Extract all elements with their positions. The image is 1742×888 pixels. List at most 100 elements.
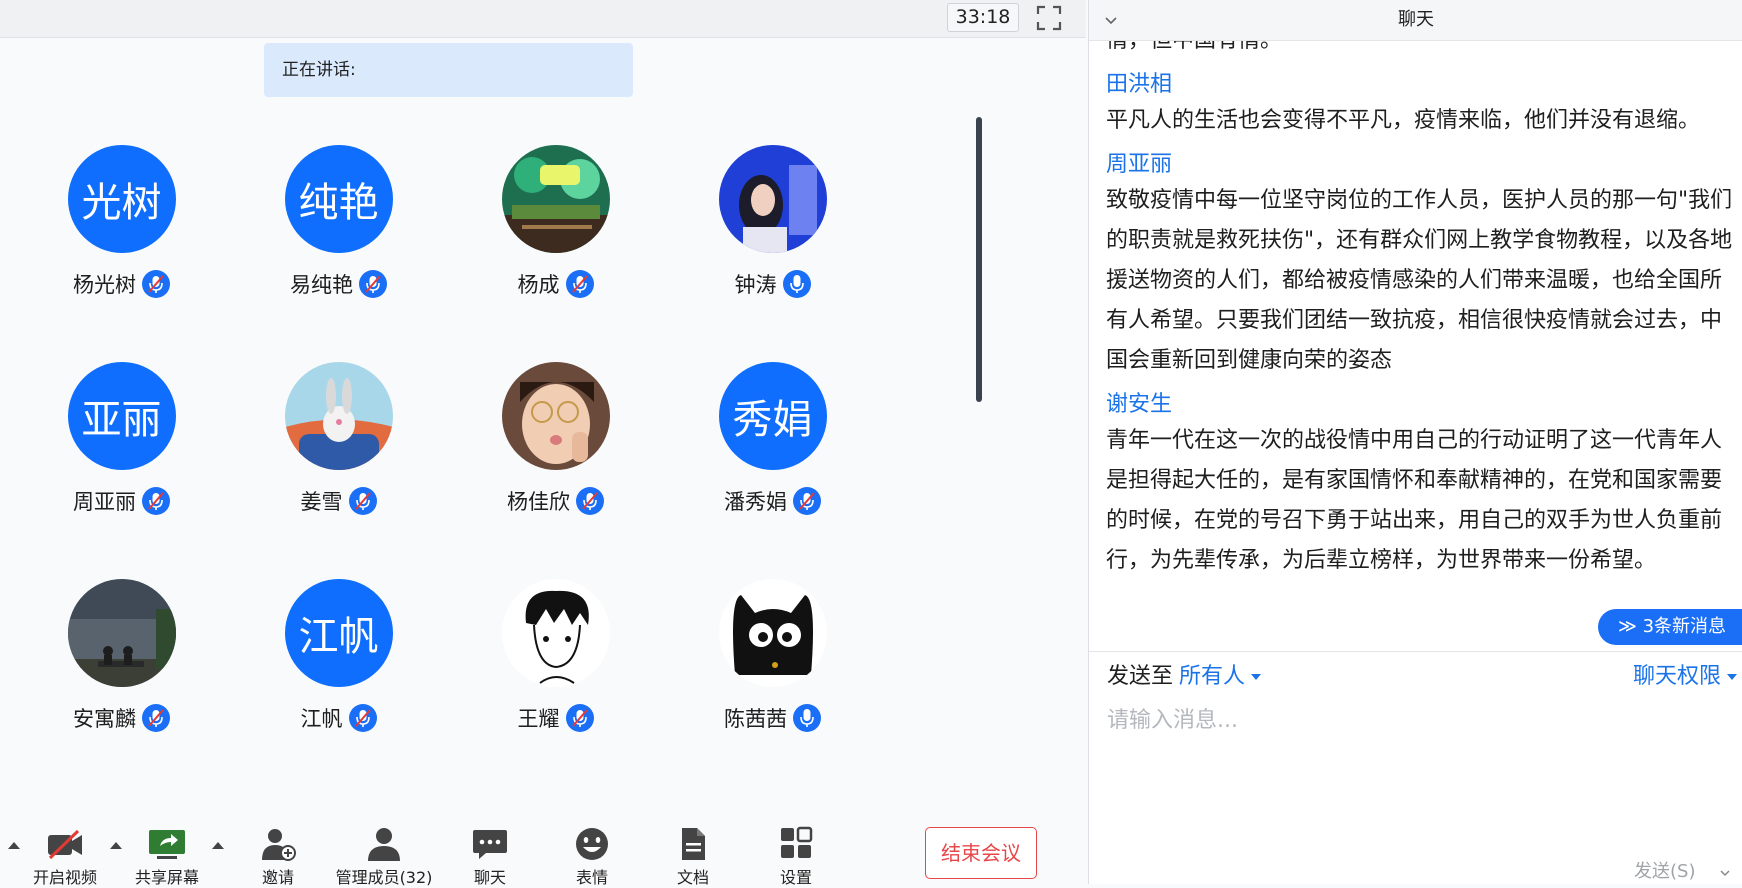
video-button[interactable]: 开启视频 — [20, 826, 110, 888]
participant-name: 安寓麟 — [73, 707, 136, 731]
participant-name: 王耀 — [517, 707, 560, 731]
avatar: 江帆 — [284, 579, 393, 687]
caret-up-icon[interactable] — [211, 840, 225, 850]
participant-name-row: 陈茜茜 — [664, 703, 881, 733]
double-chevron-down-icon: ≫ — [1618, 616, 1637, 637]
microphone-muted-icon[interactable] — [565, 270, 594, 298]
avatar-initials: 江帆 — [298, 614, 379, 660]
caret-down-icon[interactable] — [1251, 674, 1262, 680]
avatar — [718, 579, 827, 687]
chat-button[interactable]: 聊天 — [445, 826, 535, 888]
participant-tile[interactable]: 纯艳易纯艳 — [230, 145, 447, 345]
avatar-initials: 亚丽 — [81, 397, 162, 443]
send-to-row: 发送至 所有人 — [1107, 660, 1262, 694]
microphone-muted-icon[interactable] — [348, 704, 377, 732]
participant-tile[interactable]: 安寓麟 — [13, 579, 230, 779]
chevron-down-icon[interactable] — [1719, 868, 1731, 878]
avatar — [718, 145, 827, 253]
microphone-muted-icon[interactable] — [142, 270, 170, 298]
microphone-muted-icon[interactable] — [359, 270, 387, 298]
message-sender[interactable]: 周亚丽 — [1106, 149, 1734, 181]
microphone-muted-icon[interactable] — [142, 704, 170, 732]
participant-tile[interactable]: 杨佳欣 — [447, 362, 664, 562]
avatar — [501, 362, 610, 470]
emoji-label: 表情 — [575, 868, 608, 887]
participant-tile[interactable]: 亚丽周亚丽 — [13, 362, 230, 562]
fullscreen-icon[interactable] — [1036, 5, 1062, 31]
participant-tile[interactable]: 姜雪 — [230, 362, 447, 562]
participant-name: 周亚丽 — [73, 490, 136, 514]
recipient-select[interactable]: 所有人 — [1179, 664, 1245, 689]
avatar — [67, 579, 176, 687]
avatar: 亚丽 — [67, 362, 176, 470]
participant-tile[interactable]: 陈茜茜 — [664, 579, 881, 779]
participant-name: 潘秀娟 — [724, 490, 787, 514]
end-meeting-button[interactable]: 结束会议 — [925, 827, 1037, 879]
participant-tile[interactable]: 钟涛 — [664, 145, 881, 345]
participant-name-row: 姜雪 — [230, 486, 447, 516]
microphone-muted-icon[interactable] — [348, 487, 377, 515]
participant-grid-scrollbar[interactable] — [976, 117, 982, 402]
microphone-icon[interactable] — [782, 270, 811, 298]
avatar — [501, 579, 610, 687]
participant-tile[interactable]: 杨成 — [447, 145, 664, 345]
message-text-partial: 情，但中国有情。 — [1106, 41, 1734, 61]
invite-button[interactable]: 邀请 — [233, 826, 323, 888]
microphone-icon[interactable] — [793, 704, 821, 732]
avatar-initials: 光树 — [81, 180, 162, 226]
participant-name-row: 杨佳欣 — [447, 486, 664, 516]
chat-permissions-button[interactable]: 聊天权限 — [1633, 660, 1737, 694]
participant-name: 陈茜茜 — [724, 707, 787, 731]
message-sender[interactable]: 谢安生 — [1106, 389, 1734, 421]
participant-name-row: 周亚丽 — [13, 486, 230, 516]
participant-name: 江帆 — [300, 707, 343, 731]
share-screen-button[interactable]: 共享屏幕 — [122, 826, 212, 888]
participant-name: 易纯艳 — [290, 273, 353, 297]
video-button-label: 开启视频 — [32, 868, 97, 887]
participant-tile[interactable]: 王耀 — [447, 579, 664, 779]
chat-bubble-icon — [473, 830, 507, 859]
share-screen-label: 共享屏幕 — [134, 868, 199, 887]
chat-message: 田洪相 平凡人的生活也会变得不平凡，疫情来临，他们并没有退缩。 — [1106, 69, 1734, 141]
chat-permissions-label: 聊天权限 — [1632, 664, 1721, 689]
participant-name-row: 易纯艳 — [230, 269, 447, 299]
camera-off-icon — [48, 829, 82, 860]
avatar: 纯艳 — [284, 145, 393, 253]
microphone-muted-icon[interactable] — [142, 487, 170, 515]
manage-members-button[interactable]: 管理成员(32) — [329, 826, 439, 888]
caret-up-icon[interactable] — [109, 840, 123, 850]
participant-tile[interactable]: 光树杨光树 — [13, 145, 230, 345]
message-sender[interactable]: 田洪相 — [1106, 69, 1734, 101]
new-messages-button[interactable]: ≫ 3条新消息 — [1598, 609, 1742, 645]
emoji-button[interactable]: 表情 — [547, 826, 637, 888]
avatar-initials: 纯艳 — [298, 180, 379, 226]
participant-name-row: 杨光树 — [13, 269, 230, 299]
participant-name: 杨光树 — [73, 273, 136, 297]
chat-message: 谢安生 青年一代在这一次的战役情中用自己的行动证明了这一代青年人是担得起大任的，是… — [1106, 389, 1734, 581]
message-list[interactable]: 情，但中国有情。 田洪相平凡人的生活也会变得不平凡，疫情来临，他们并没有退缩。周… — [1089, 41, 1742, 651]
caret-up-icon[interactable] — [7, 840, 21, 850]
manage-members-label: 管理成员(32) — [335, 868, 433, 887]
chat-header: 聊天 — [1089, 0, 1742, 41]
microphone-muted-icon[interactable] — [793, 487, 821, 515]
meeting-top-bar: 33:18 — [0, 0, 1086, 38]
invite-label: 邀请 — [261, 868, 294, 887]
participant-tile[interactable]: 江帆 江帆 — [230, 579, 447, 779]
microphone-muted-icon[interactable] — [565, 704, 594, 732]
message-input[interactable] — [1105, 700, 1729, 854]
avatar — [501, 145, 610, 253]
speaking-indicator: 正在讲话: — [264, 43, 633, 97]
members-icon — [368, 828, 400, 861]
send-button[interactable]: 发送(S) — [1634, 860, 1695, 884]
chat-panel: 聊天 情，但中国有情。 田洪相平凡人的生活也会变得不平凡，疫情来临，他们并没有退… — [1088, 0, 1742, 884]
participant-name: 杨佳欣 — [507, 490, 570, 514]
settings-button[interactable]: 设置 — [751, 826, 841, 888]
meeting-timer: 33:18 — [947, 3, 1019, 32]
docs-button[interactable]: 文档 — [648, 826, 738, 888]
microphone-muted-icon[interactable] — [576, 487, 604, 515]
participant-tile[interactable]: 秀娟 潘秀娟 — [664, 362, 881, 562]
grid-settings-icon — [781, 826, 813, 858]
participant-name-row: 安寓麟 — [13, 703, 230, 733]
participant-name: 姜雪 — [300, 490, 343, 514]
chat-message: 周亚丽 致敬疫情中每一位坚守岗位的工作人员，医护人员的那一句"我们的职责就是救死扶… — [1106, 149, 1734, 381]
